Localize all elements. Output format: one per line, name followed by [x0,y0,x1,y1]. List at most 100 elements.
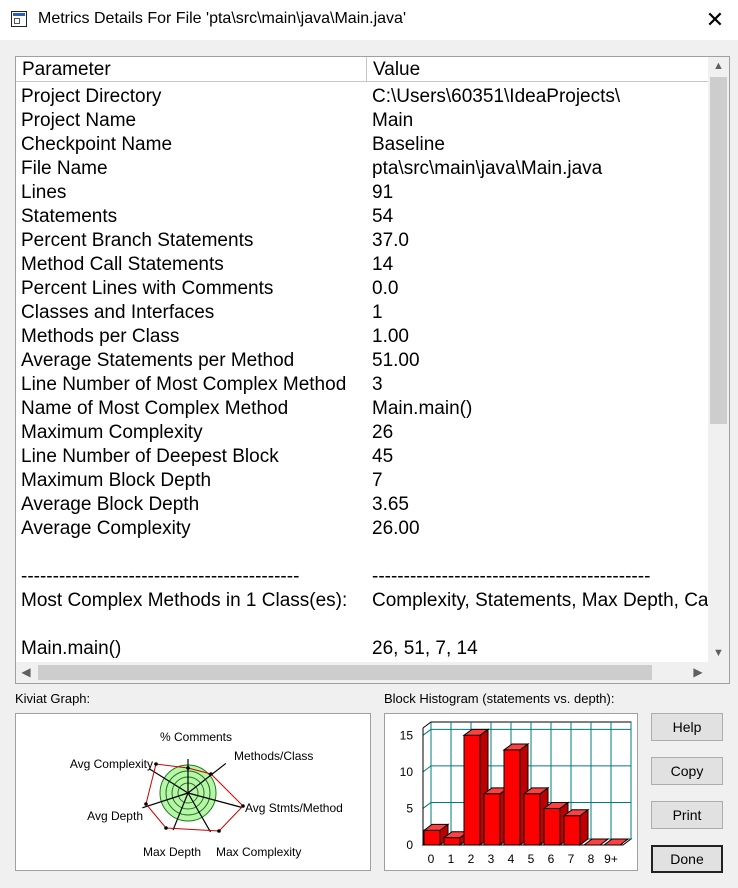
kiviat-axis-label: % Comments [160,730,232,744]
table-row[interactable]: Statements 54 [16,205,708,229]
table-row[interactable]: Average Complexity 26.00 [16,517,708,541]
parameter-cell: Name of Most Complex Method [21,398,289,419]
window-icon [11,11,27,27]
vertical-scrollbar[interactable]: ▲ ▼ [708,57,729,662]
y-tick-label: 10 [400,765,414,779]
print-button[interactable]: Print [651,801,723,829]
scroll-right-icon[interactable]: ▶ [688,662,708,683]
parameter-cell: Project Name [21,110,137,131]
kiviat-axis-label: Avg Depth [87,809,143,823]
parameter-cell: ----------------------------------------… [21,566,300,587]
parameter-cell: Line Number of Deepest Block [21,446,279,467]
x-tick-label: 5 [528,852,535,866]
kiviat-vertex [186,766,190,770]
block-histogram-label: Block Histogram (statements vs. depth): [384,691,615,706]
x-tick-label: 2 [468,852,475,866]
value-cell: ----------------------------------------… [372,566,651,587]
x-tick-label: 4 [508,852,515,866]
close-button[interactable]: ✕ [692,0,738,40]
histogram-gridline [422,802,432,809]
value-cell: Main [372,110,414,131]
value-cell: 37.0 [372,230,409,251]
value-cell: 54 [372,206,394,227]
table-row[interactable]: Percent Branch Statements 37.0 [16,229,708,253]
title-bar: Metrics Details For File 'pta\src\main\j… [0,0,738,40]
value-cell: 51.00 [372,350,420,371]
table-row[interactable]: Percent Lines with Comments 0.0 [16,277,708,301]
block-histogram-panel: 0 5 10 15 0 1 2 3 4 5 6 7 8 9+ [384,713,638,871]
done-button[interactable]: Done [651,845,723,873]
value-cell: Main.main() [372,398,473,419]
scroll-up-icon[interactable]: ▲ [708,57,729,75]
parameter-cell: Maximum Block Depth [21,470,212,491]
table-row[interactable]: ----------------------------------------… [16,565,708,589]
histogram-gridline [422,765,432,773]
histogram-bar [463,734,481,846]
block-histogram-chart: 0510150 1 2 3 4 5 6 7 8 9+ [400,721,633,866]
column-header-value[interactable]: Value [367,57,708,81]
scroll-left-icon[interactable]: ◀ [16,662,36,683]
table-body: Project Directory C:\Users\60351\IdeaProj… [16,85,708,663]
x-tick-label: 1 [448,852,455,866]
help-button[interactable]: Help [651,713,723,741]
parameter-cell: File Name [21,158,108,179]
table-row[interactable]: Maximum Complexity 26 [16,421,708,445]
histogram-bar [503,749,521,846]
table-row[interactable]: Project Name Main [16,109,708,133]
column-header-parameter[interactable]: Parameter [16,57,367,81]
x-tick-label: 8 [588,852,595,866]
x-tick-label: 3 [488,852,495,866]
table-row[interactable] [16,613,708,637]
parameter-cell: Average Complexity [21,518,191,539]
kiviat-axis-label: Max Complexity [216,845,301,859]
table-row[interactable]: Line Number of Most Complex Method 3 [16,373,708,397]
kiviat-vertex [154,762,158,766]
value-cell: 1 [372,302,383,323]
x-tick-label: 6 [548,852,555,866]
table-row[interactable]: Average Statements per Method 51.00 [16,349,708,373]
horizontal-scroll-thumb[interactable] [38,665,652,680]
y-tick-label: 0 [406,838,413,852]
kiviat-graph: % CommentsMethods/Class Avg Stmts/Method M… [70,730,343,859]
horizontal-scrollbar[interactable]: ◀ ▶ [16,662,708,683]
metrics-table[interactable]: Parameter Value Project Directory C:\User… [15,56,730,684]
parameter-cell: Checkpoint Name [21,134,173,155]
kiviat-vertex [164,826,168,830]
parameter-cell: Lines [21,182,67,203]
table-row[interactable]: Checkpoint Name Baseline [16,133,708,157]
x-tick-label: 0 [428,852,435,866]
value-cell: 14 [372,254,394,275]
kiviat-graph-label: Kiviat Graph: [15,691,91,706]
parameter-cell: Percent Branch Statements [21,230,254,251]
value-cell: 26 [372,422,394,443]
kiviat-graph-panel: % Comments Methods/Class Avg Stmts/Method M… [15,713,371,871]
histogram-bar [443,837,461,846]
table-row[interactable] [16,541,708,565]
table-row[interactable]: Maximum Block Depth 7 [16,469,708,493]
table-row[interactable]: Most Complex Methods in 1 Class(es): Comp… [16,589,708,613]
parameter-cell: Percent Lines with Comments [21,278,274,299]
table-row[interactable]: Project Directory C:\Users\60351\IdeaProj… [16,85,708,109]
scroll-down-icon[interactable]: ▼ [708,644,729,662]
value-cell: 7 [372,470,383,491]
y-tick-label: 15 [400,728,414,742]
parameter-cell: Line Number of Most Complex Method [21,374,347,395]
table-row[interactable]: File Name pta\src\main\java\Main.java [16,157,708,181]
table-row[interactable]: Line Number of Deepest Block 45 [16,445,708,469]
table-row[interactable]: Name of Most Complex Method Main.main() [16,397,708,421]
table-row[interactable]: Methods per Class 1.00 [16,325,708,349]
kiviat-vertex [209,772,213,776]
vertical-scroll-thumb[interactable] [710,77,727,424]
value-cell: Baseline [372,134,445,155]
parameter-cell: Average Block Depth [21,494,200,515]
value-cell: pta\src\main\java\Main.java [372,158,603,179]
scrollbar-corner [708,662,729,683]
table-row[interactable]: Classes and Interfaces 1 [16,301,708,325]
table-row[interactable]: Method Call Statements 14 [16,253,708,277]
table-row[interactable]: Main.main() 26, 51, 7, 14 [16,637,708,661]
value-cell: 0.0 [372,278,399,299]
table-row[interactable]: Lines 91 [16,181,708,205]
table-row[interactable]: Average Block Depth 3.65 [16,493,708,517]
x-tick-label: 7 [568,852,575,866]
copy-button[interactable]: Copy [651,757,723,785]
